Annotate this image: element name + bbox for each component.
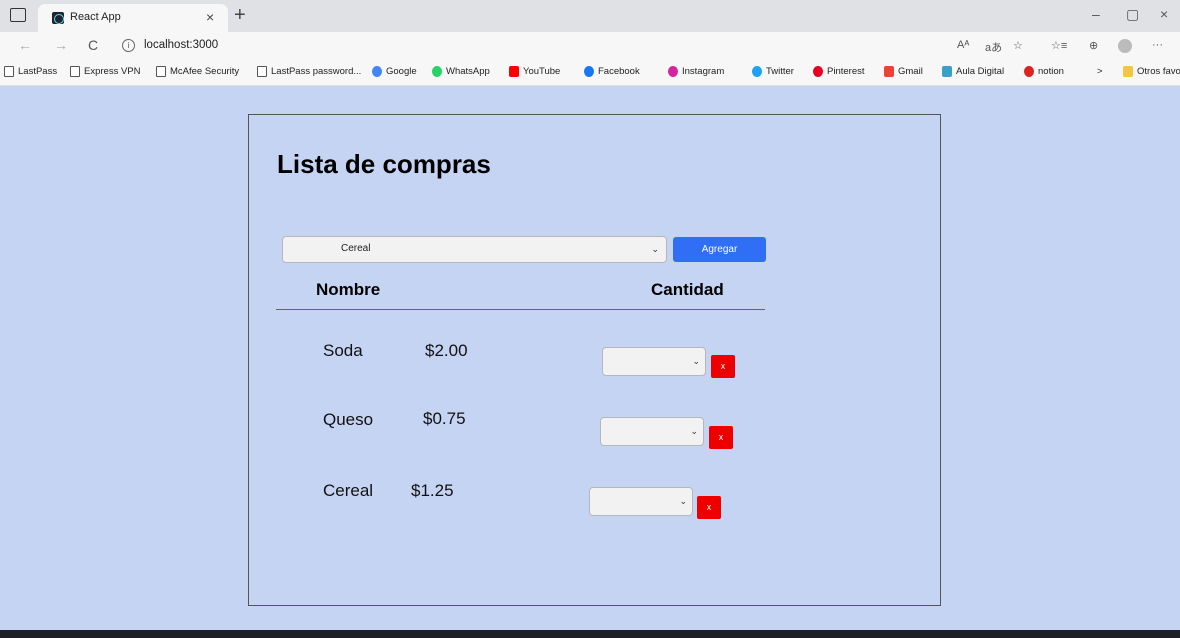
address-bar-row: ← → C i localhost:3000 Aᴬ aあ ☆ ☆≡ ⊕ ··· — [0, 32, 1180, 60]
bookmark-express-vpn[interactable]: Express VPN — [70, 66, 141, 77]
quantity-select[interactable]: ⌄ — [600, 417, 704, 446]
item-name: Cereal — [323, 481, 374, 500]
bookmark-aula-digital[interactable]: Aula Digital — [942, 66, 1004, 77]
bookmarks-overflow-icon[interactable]: > — [1097, 66, 1103, 77]
bookmark-google[interactable]: Google — [372, 66, 417, 77]
bookmark-notion[interactable]: notion — [1024, 66, 1064, 77]
product-select[interactable]: Cereal ⌄ — [282, 236, 667, 263]
translate-icon[interactable]: aあ — [985, 39, 1002, 55]
tab-strip: React App × + – ▢ × — [0, 0, 1180, 32]
bookmark-pinterest[interactable]: Pinterest — [813, 66, 865, 77]
whatsapp-icon — [432, 66, 442, 77]
restore-icon[interactable]: ▢ — [1126, 6, 1139, 23]
pinterest-icon — [813, 66, 823, 77]
new-tab-icon[interactable]: + — [234, 4, 246, 27]
quantity-select[interactable]: ⌄ — [589, 487, 693, 516]
address-bar[interactable]: i localhost:3000 — [110, 35, 1010, 57]
item-name: Soda — [323, 341, 363, 360]
close-icon[interactable]: × — [1160, 6, 1168, 22]
profile-avatar[interactable] — [1118, 39, 1132, 53]
item-name: Queso — [323, 410, 374, 429]
twitter-icon — [752, 66, 762, 77]
bookmark-mcafee[interactable]: McAfee Security — [156, 66, 239, 77]
forward-icon[interactable]: → — [54, 37, 68, 53]
collections-icon[interactable]: ⊕ — [1089, 39, 1098, 52]
bookmark-gmail[interactable]: Gmail — [884, 66, 923, 77]
bookmarks-bar: LastPass Express VPN McAfee Security Las… — [0, 60, 1180, 86]
product-select-value: Cereal — [341, 243, 371, 254]
page-icon — [156, 66, 166, 77]
more-icon[interactable]: ··· — [1152, 39, 1163, 51]
page-icon — [70, 66, 80, 77]
item-price: $1.25 — [411, 481, 454, 500]
delete-button[interactable]: x — [697, 496, 721, 519]
bookmark-lastpass-password[interactable]: LastPass password... — [257, 66, 361, 77]
browser-tab[interactable]: React App × — [38, 4, 228, 32]
chevron-down-icon: ⌄ — [690, 426, 698, 436]
column-header-name: Nombre — [316, 280, 381, 299]
gmail-icon — [884, 66, 894, 77]
column-header-quantity: Cantidad — [651, 280, 724, 299]
tab-close-icon[interactable]: × — [206, 9, 214, 25]
page-icon — [257, 66, 267, 77]
chevron-down-icon: ⌄ — [692, 356, 700, 366]
bookmark-twitter[interactable]: Twitter — [752, 66, 794, 77]
tab-actions-icon[interactable] — [10, 8, 26, 22]
add-favorite-icon[interactable]: ☆ — [1013, 39, 1023, 52]
page-title: Lista de compras — [277, 149, 491, 179]
item-price: $0.75 — [423, 409, 466, 428]
chevron-down-icon: ⌄ — [679, 496, 687, 506]
delete-button[interactable]: x — [709, 426, 733, 449]
bookmark-instagram[interactable]: Instagram — [668, 66, 724, 77]
pin-icon — [1024, 66, 1034, 77]
google-icon — [372, 66, 382, 77]
aula-digital-icon — [942, 66, 952, 77]
url-text[interactable]: localhost:3000 — [144, 39, 218, 51]
back-icon[interactable]: ← — [18, 37, 32, 53]
header-divider — [276, 309, 765, 310]
favorites-icon[interactable]: ☆≡ — [1051, 39, 1067, 52]
minimize-icon[interactable]: – — [1092, 6, 1100, 22]
chevron-down-icon: ⌄ — [651, 244, 659, 254]
facebook-icon — [584, 66, 594, 77]
item-price: $2.00 — [425, 341, 468, 360]
bookmark-youtube[interactable]: YouTube — [509, 66, 560, 77]
bookmark-lastpass[interactable]: LastPass — [4, 66, 57, 77]
react-icon — [52, 12, 64, 24]
reload-icon[interactable]: C — [88, 37, 98, 53]
info-icon[interactable]: i — [122, 39, 135, 52]
youtube-icon — [509, 66, 519, 77]
read-aloud-icon[interactable]: Aᴬ — [957, 39, 969, 51]
taskbar — [0, 630, 1180, 638]
bookmark-facebook[interactable]: Facebook — [584, 66, 640, 77]
quantity-select[interactable]: ⌄ — [602, 347, 706, 376]
add-button[interactable]: Agregar — [673, 237, 766, 262]
tab-title: React App — [70, 11, 121, 23]
folder-icon — [1123, 66, 1133, 77]
page-icon — [4, 66, 14, 77]
bookmark-whatsapp[interactable]: WhatsApp — [432, 66, 490, 77]
instagram-icon — [668, 66, 678, 77]
other-favorites[interactable]: Otros favoritos — [1123, 66, 1180, 77]
shopping-list-card: Lista de compras Cereal ⌄ Agregar Nombre… — [248, 114, 941, 606]
delete-button[interactable]: x — [711, 355, 735, 378]
